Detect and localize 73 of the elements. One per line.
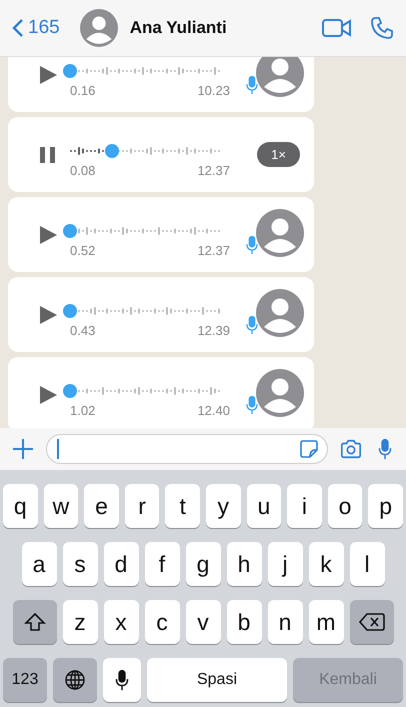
key[interactable]: v	[186, 600, 220, 644]
elapsed-time: 1.02	[70, 403, 96, 418]
plus-icon[interactable]	[12, 438, 34, 460]
key[interactable]: u	[246, 484, 282, 528]
key[interactable]: n	[268, 600, 302, 644]
avatar-icon	[256, 208, 304, 256]
key[interactable]: r	[124, 484, 160, 528]
back-chevron-icon	[12, 18, 24, 38]
duration: 12.39	[197, 323, 230, 338]
key[interactable]: s	[62, 542, 98, 586]
key[interactable]: f	[144, 542, 180, 586]
playback-thumb[interactable]	[105, 144, 120, 158]
key[interactable]: j	[268, 542, 302, 586]
duration: 12.37	[197, 163, 230, 178]
avatar-icon	[256, 288, 304, 336]
globe-icon	[64, 669, 86, 691]
duration: 12.37	[197, 243, 230, 258]
key[interactable]: c	[144, 600, 180, 644]
microphone-icon	[246, 234, 258, 254]
key[interactable]: t	[165, 484, 200, 528]
play-icon[interactable]	[38, 224, 58, 244]
microphone-icon	[246, 394, 258, 414]
key[interactable]: o	[328, 484, 362, 528]
playback-thumb[interactable]	[63, 64, 77, 78]
dictation-key[interactable]	[103, 658, 141, 702]
key[interactable]: m	[308, 600, 344, 644]
playback-thumb[interactable]	[63, 224, 77, 238]
key[interactable]: w	[44, 484, 78, 528]
numbers-key[interactable]: 123	[3, 658, 47, 702]
key[interactable]: b	[226, 600, 262, 644]
space-key[interactable]: Spasi	[147, 658, 287, 702]
microphone-icon	[246, 314, 258, 334]
speed-button[interactable]: 1×	[257, 142, 300, 167]
play-icon[interactable]	[38, 384, 58, 404]
playback-thumb[interactable]	[63, 384, 77, 398]
sticker-icon[interactable]	[299, 439, 319, 459]
key[interactable]: z	[62, 600, 98, 644]
key[interactable]: e	[84, 484, 119, 528]
key[interactable]: p	[368, 484, 403, 528]
shift-key[interactable]	[12, 600, 56, 644]
video-call-icon[interactable]	[322, 16, 352, 40]
delete-key[interactable]	[350, 600, 394, 644]
globe-key[interactable]	[53, 658, 97, 702]
play-icon[interactable]	[38, 304, 58, 324]
elapsed-time: 0.16	[70, 83, 96, 98]
key[interactable]: x	[104, 600, 138, 644]
contact-name[interactable]: Ana Yulianti	[130, 18, 304, 38]
backspace-icon	[358, 611, 384, 633]
avatar-icon	[80, 9, 118, 47]
camera-icon[interactable]	[340, 438, 362, 460]
key[interactable]: a	[22, 542, 56, 586]
key[interactable]: d	[104, 542, 138, 586]
key[interactable]: y	[206, 484, 241, 528]
elapsed-time: 0.52	[70, 243, 96, 258]
avatar-icon	[256, 368, 304, 416]
play-icon[interactable]	[38, 64, 58, 84]
elapsed-time: 0.43	[70, 323, 96, 338]
phone-icon[interactable]	[370, 16, 394, 40]
duration: 12.40	[197, 403, 230, 418]
pause-icon[interactable]	[38, 144, 58, 164]
playback-thumb[interactable]	[63, 304, 77, 318]
microphone-icon	[246, 74, 258, 94]
key[interactable]: g	[186, 542, 220, 586]
key[interactable]: k	[308, 542, 344, 586]
elapsed-time: 0.08	[70, 163, 96, 178]
key[interactable]: l	[350, 542, 384, 586]
message-field[interactable]	[46, 434, 328, 464]
back-button[interactable]: 165	[12, 17, 60, 39]
shift-arrow-icon	[24, 611, 46, 633]
key[interactable]: h	[226, 542, 262, 586]
key[interactable]: q	[3, 484, 38, 528]
key[interactable]: i	[287, 484, 322, 528]
duration: 10.23	[197, 83, 230, 98]
